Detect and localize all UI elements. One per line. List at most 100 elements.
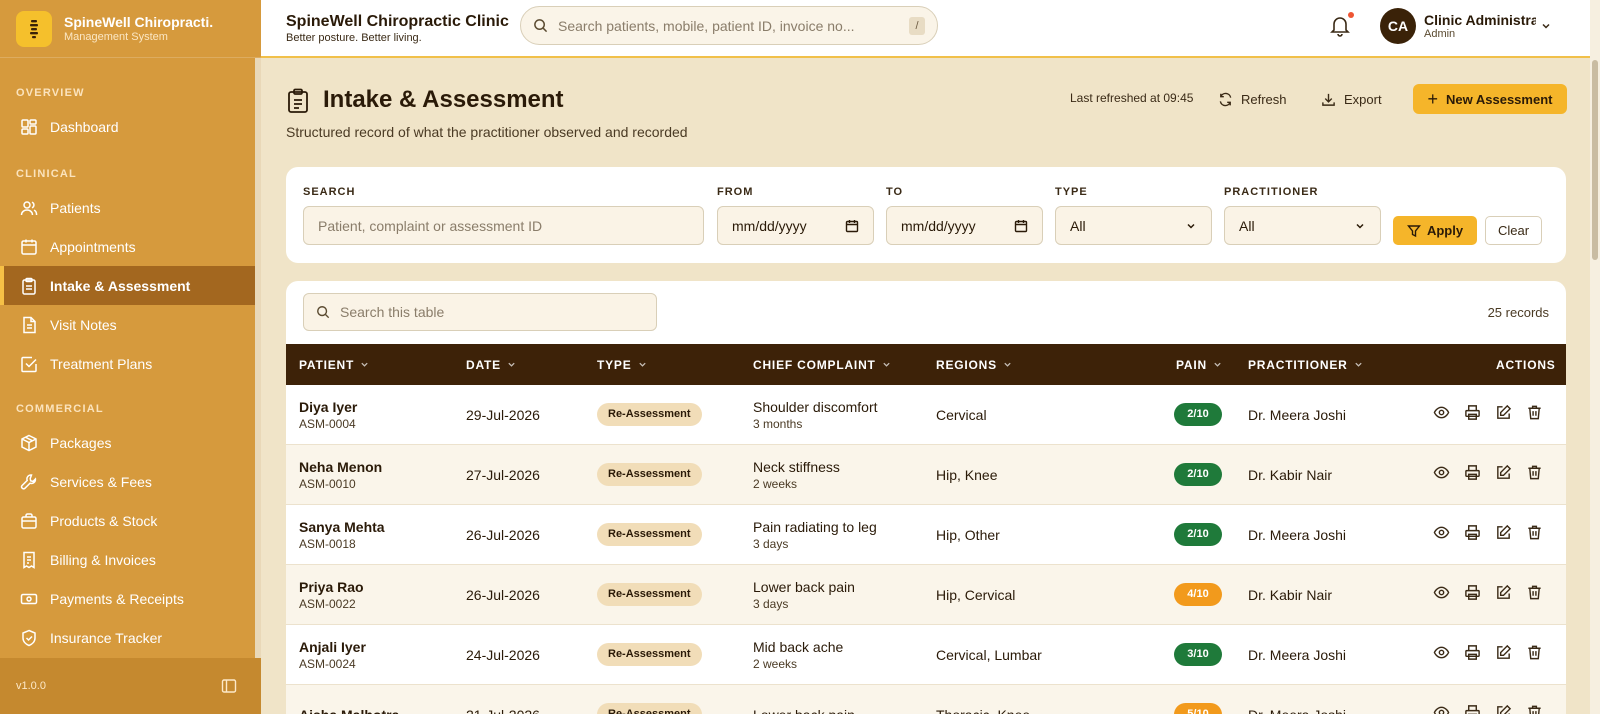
view-icon[interactable] [1433,584,1450,606]
patient-name[interactable]: Neha Menon [299,458,459,476]
clear-filters-button[interactable]: Clear [1485,216,1542,245]
complaint-text: Mid back ache [753,638,844,655]
edit-icon[interactable] [1495,644,1512,666]
practitioner-select-value: All [1239,217,1255,234]
table-row[interactable]: Diya Iyer ASM-0004 29-Jul-2026 Re-Assessmen… [286,385,1566,445]
table-row[interactable]: Sanya Mehta ASM-0018 26-Jul-2026 Re-Assessm… [286,505,1566,565]
view-icon[interactable] [1433,524,1450,546]
delete-icon[interactable] [1526,584,1543,606]
delete-icon[interactable] [1526,404,1543,426]
export-button[interactable]: Export [1311,84,1392,114]
patient-cell: Sanya Mehta ASM-0018 [299,505,459,564]
delete-icon[interactable] [1526,644,1543,666]
sidebar-item-treatment-plans[interactable]: Treatment Plans [0,344,261,383]
new-assessment-button[interactable]: + New Assessment [1413,84,1567,114]
print-icon[interactable] [1464,524,1481,546]
sidebar-item-dashboard[interactable]: Dashboard [0,107,261,146]
complaint-text: Neck stiffness [753,458,840,475]
sidebar-item-label: Visit Notes [50,316,117,333]
sort-icon [883,362,890,367]
sidebar-item-label: Dashboard [50,118,119,135]
patient-name[interactable]: Diya Iyer [299,398,459,416]
table-row[interactable]: Anjali Iyer ASM-0024 24-Jul-2026 Re-Assessm… [286,625,1566,685]
sidebar-scrollbar[interactable] [255,58,261,658]
sidebar-item-billing[interactable]: Billing & Invoices [0,540,261,579]
print-icon[interactable] [1464,644,1481,666]
sidebar-item-appointments[interactable]: Appointments [0,227,261,266]
sidebar-item-intake[interactable]: Intake & Assessment [0,266,261,305]
view-icon[interactable] [1433,404,1450,426]
assessment-id: ASM-0010 [299,476,356,491]
column-patient[interactable]: PATIENT [299,344,369,385]
edit-icon[interactable] [1495,704,1512,714]
table-search-input[interactable]: Search this table [303,293,657,331]
column-label: REGIONS [936,357,997,372]
view-icon[interactable] [1433,644,1450,666]
refresh-button[interactable]: Refresh [1208,84,1297,114]
patient-name[interactable]: Sanya Mehta [299,518,459,536]
column-complaint[interactable]: CHIEF COMPLAINT [753,344,891,385]
delete-icon[interactable] [1526,704,1543,714]
sidebar-item-label: Insurance Tracker [50,629,163,646]
sidebar-item-label: Intake & Assessment [50,277,191,294]
edit-icon[interactable] [1495,524,1512,546]
sidebar-item-insurance[interactable]: Insurance Tracker [0,618,261,657]
edit-icon[interactable] [1495,584,1512,606]
regions-cell: Hip, Other [936,526,1000,543]
sidebar-collapse-icon[interactable] [221,678,237,694]
filter-practitioner-select[interactable]: All [1224,206,1381,245]
sidebar-item-patients[interactable]: Patients [0,188,261,227]
user-menu[interactable]: CA Clinic Administra. Admin [1380,8,1552,44]
page-scrollbar[interactable] [1592,60,1598,260]
sidebar-item-visit-notes[interactable]: Visit Notes [0,305,261,344]
assessment-id: ASM-0024 [299,656,356,671]
clipboard-icon [22,277,36,295]
user-name: Clinic Administra. [1424,11,1536,28]
user-role: Admin [1424,27,1456,40]
edit-icon[interactable] [1495,404,1512,426]
global-search-input[interactable]: Search patients, mobile, patient ID, inv… [520,6,938,45]
print-icon[interactable] [1464,464,1481,486]
column-regions[interactable]: REGIONS [936,344,1012,385]
spine-logo-icon [16,10,52,47]
regions-cell: Cervical [936,406,987,423]
patient-name[interactable]: Aisha Malhotra [299,706,459,714]
view-icon[interactable] [1433,464,1450,486]
column-date[interactable]: DATE [466,344,516,385]
patient-name[interactable]: Priya Rao [299,578,459,596]
table-row[interactable]: Neha Menon ASM-0010 27-Jul-2026 Re-Assessme… [286,445,1566,505]
sidebar-item-packages[interactable]: Packages [0,423,261,462]
filter-to-date[interactable]: mm/dd/yyyy [886,206,1043,245]
sidebar-item-products[interactable]: Products & Stock [0,501,261,540]
delete-icon[interactable] [1526,524,1543,546]
delete-icon[interactable] [1526,464,1543,486]
pain-badge: 2/10 [1174,523,1222,546]
print-icon[interactable] [1464,404,1481,426]
filter-from-date[interactable]: mm/dd/yyyy [717,206,874,245]
type-badge: Re-Assessment [597,523,702,546]
column-practitioner[interactable]: PRACTITIONER [1248,344,1363,385]
sidebar-footer: v1.0.0 [0,658,261,714]
complaint-cell: Mid back ache 2 weeks [753,625,933,684]
sort-icon [638,362,646,367]
column-type[interactable]: TYPE [597,344,647,385]
edit-icon[interactable] [1495,464,1512,486]
print-icon[interactable] [1464,584,1481,606]
filter-type-select[interactable]: All [1055,206,1212,245]
sort-icon [361,362,368,367]
notifications-button[interactable] [1328,12,1354,43]
chevron-down-icon [1356,223,1364,229]
column-pain[interactable]: PAIN [1176,344,1222,385]
table-row[interactable]: Priya Rao ASM-0022 26-Jul-2026 Re-Assessmen… [286,565,1566,625]
sidebar-item-payments[interactable]: Payments & Receipts [0,579,261,618]
pain-cell: 2/10 [1174,505,1222,564]
apply-filters-button[interactable]: Apply [1393,216,1477,245]
filter-search-input[interactable]: Patient, complaint or assessment ID [303,206,704,245]
refresh-icon [1219,92,1232,106]
patient-name[interactable]: Anjali Iyer [299,638,459,656]
view-icon[interactable] [1433,704,1450,714]
print-icon[interactable] [1464,704,1481,714]
sidebar-item-services[interactable]: Services & Fees [0,462,261,501]
table-row[interactable]: Aisha Malhotra 21-Jul-2026 Re-Assessment Lo… [286,685,1566,714]
record-count: 25 records [1487,305,1549,320]
